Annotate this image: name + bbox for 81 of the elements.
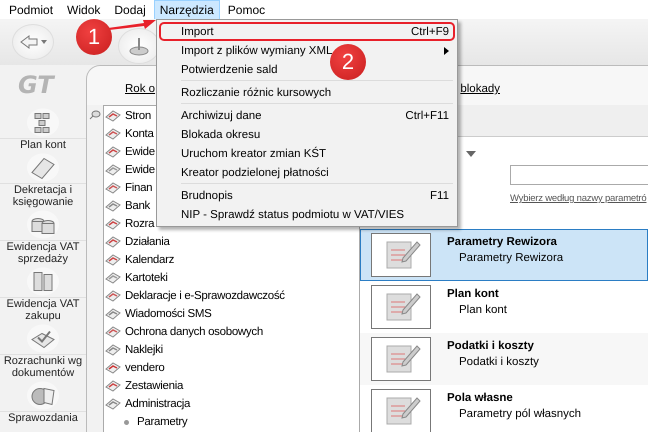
- module-icon: [105, 379, 121, 393]
- item-subtitle: Podatki i koszty: [459, 356, 539, 368]
- module-icon: [105, 163, 121, 177]
- shortcut: Ctrl+F9: [410, 26, 449, 38]
- module-icon: [105, 127, 121, 141]
- module-icon: [105, 289, 121, 303]
- module-icon: [105, 361, 121, 375]
- tree-item[interactable]: Parametry: [137, 416, 188, 428]
- back-button[interactable]: [12, 24, 54, 60]
- menu-item[interactable]: Pomoc: [222, 0, 272, 20]
- arrow-annotation: [108, 19, 156, 30]
- module-icon: [105, 145, 121, 159]
- tree-item[interactable]: Administracja: [125, 398, 190, 410]
- tree-item[interactable]: Ochrona danych osobowych: [125, 326, 263, 338]
- menu-item[interactable]: Kreator podzielonej płatności: [181, 166, 329, 178]
- menu-item[interactable]: Widok: [61, 0, 106, 20]
- module-icon: [105, 397, 121, 411]
- bullet-icon: [124, 420, 129, 424]
- menu-item[interactable]: Archiwizuj dane: [181, 110, 262, 122]
- tree-item[interactable]: vendero: [125, 362, 164, 374]
- module-icon: [105, 109, 121, 123]
- parameter-item[interactable]: Plan kont Plan kont: [360, 281, 648, 333]
- module-icon: [26, 266, 60, 296]
- item-subtitle: Plan kont: [459, 304, 507, 316]
- link[interactable]: Rok o: [125, 83, 156, 95]
- menu-item[interactable]: Podmiot: [3, 0, 60, 20]
- menu-item[interactable]: Potwierdzenie sald: [181, 64, 278, 76]
- caret-icon[interactable]: [466, 151, 476, 157]
- link[interactable]: blokady: [460, 83, 500, 95]
- parameter-item[interactable]: Pola własne Parametry pól własnych: [360, 385, 648, 432]
- module-icon: [105, 217, 121, 231]
- tree-item[interactable]: Działania: [125, 236, 170, 248]
- module-icon: [105, 343, 121, 357]
- shortcut: F11: [430, 190, 449, 202]
- module-icon: [105, 271, 121, 285]
- module-icon: [105, 307, 121, 321]
- tree-item[interactable]: Wiadomości SMS: [125, 308, 212, 320]
- module-icon: [105, 325, 121, 339]
- module-icon: [105, 181, 121, 195]
- tree-item[interactable]: Rozra: [125, 218, 154, 230]
- tree-item[interactable]: Deklaracje i e-Sprawozdawczość: [125, 290, 285, 302]
- tree-item[interactable]: Ewide: [125, 146, 155, 158]
- tree-item[interactable]: Stron: [125, 110, 151, 122]
- parameter-item[interactable]: Parametry Rewizora Parametry Rewizora: [360, 229, 648, 281]
- tree-item[interactable]: Ewide: [125, 164, 155, 176]
- item-title: Parametry Rewizora: [447, 236, 557, 248]
- item-title: Pola własne: [447, 392, 513, 404]
- module-icon: [26, 208, 60, 240]
- item-subtitle: Parametry Rewizora: [459, 252, 564, 264]
- tree-item[interactable]: Naklejki: [125, 344, 163, 356]
- item-title: Plan kont: [447, 288, 499, 300]
- tree-item[interactable]: Kartoteki: [125, 272, 168, 284]
- tree-item[interactable]: Konta: [125, 128, 154, 140]
- module-icon: [105, 253, 121, 267]
- logo: GT: [18, 70, 54, 101]
- tree-item[interactable]: Kalendarz: [125, 254, 174, 266]
- item-title: Podatki i koszty: [447, 340, 534, 352]
- menu-item[interactable]: Import z plików wymiany XML: [181, 44, 332, 56]
- arrow-icon: [19, 34, 47, 50]
- menu-item[interactable]: Import: [181, 26, 214, 38]
- menu-item[interactable]: Brudnopis: [181, 190, 233, 202]
- menu-item[interactable]: Blokada okresu: [181, 128, 260, 140]
- module-icon: [26, 380, 60, 410]
- shortcut: Ctrl+F11: [405, 110, 449, 122]
- module-icon: [26, 322, 60, 354]
- item-subtitle: Parametry pól własnych: [459, 408, 582, 420]
- menu-item[interactable]: Uruchom kreator zmian KŚT: [181, 148, 326, 160]
- menu-item[interactable]: NIP - Sprawdź status podmiotu w VAT/VIES: [181, 208, 404, 220]
- module-icon: [26, 152, 60, 182]
- menu-item[interactable]: Narzędzia: [154, 0, 220, 20]
- menu-item[interactable]: Rozliczanie różnic kursowych: [181, 86, 332, 98]
- module-icon: [105, 235, 121, 249]
- tree-item[interactable]: Finan: [125, 182, 152, 194]
- menu-item[interactable]: Dodaj: [108, 0, 152, 20]
- module-icon: [26, 107, 60, 138]
- tree-item[interactable]: Zestawienia: [125, 380, 184, 392]
- tree-item[interactable]: Bank: [125, 200, 150, 212]
- hint-link[interactable]: Wybierz według nazwy parametró: [510, 193, 646, 204]
- module-icon: [105, 199, 121, 213]
- parameter-item[interactable]: Podatki i koszty Podatki i koszty: [360, 333, 648, 385]
- search-field[interactable]: [510, 165, 648, 185]
